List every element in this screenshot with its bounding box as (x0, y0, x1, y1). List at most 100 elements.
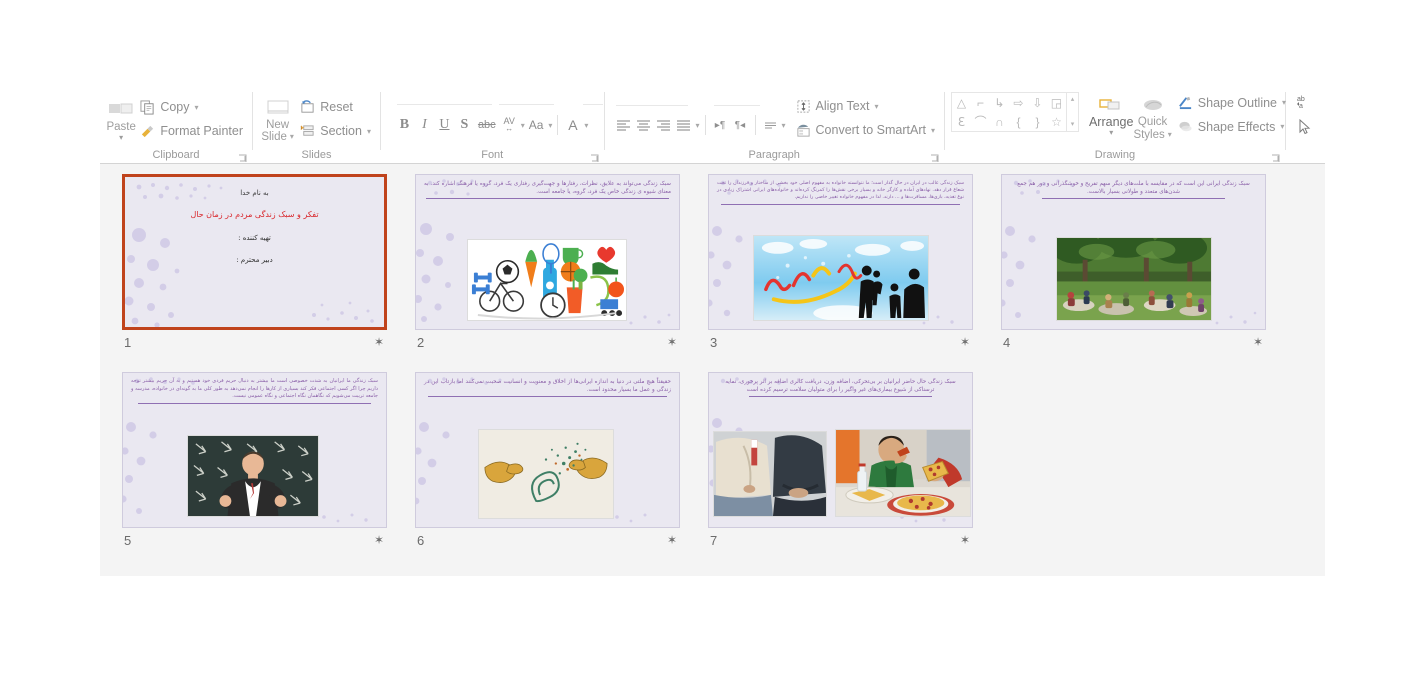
slide-6-image[interactable] (478, 429, 614, 519)
slide-cell-2[interactable]: سبک زندگی می‌تواند به علایق، نظرات، رفتا… (415, 174, 708, 372)
quick-styles-label-line1: Quick (1137, 116, 1168, 128)
shape-corner-icon[interactable]: ⌐ (971, 93, 990, 112)
section-dropdown-caret[interactable]: ▾ (367, 127, 371, 136)
slide-cell-3[interactable]: سبک زندگی غالب در ایران در حال گذار است؛… (708, 174, 1001, 372)
shape-left-brace-icon[interactable]: { (1009, 112, 1028, 131)
paste-button[interactable]: Paste ▾ (106, 97, 136, 141)
change-case-button[interactable]: Aa (526, 114, 547, 136)
shape-down-arrow-icon[interactable]: ⇩ (1028, 93, 1047, 112)
bold-button[interactable]: B (395, 114, 414, 136)
slide-cell-6[interactable]: حقیقتاً هیچ ملتی در دنیا به اندازه ایران… (415, 372, 708, 570)
slide-thumbnail-3[interactable]: سبک زندگی غالب در ایران در حال گذار است؛… (708, 174, 973, 330)
shape-scribble-icon[interactable]: ℇ (952, 112, 971, 131)
quick-styles-caret[interactable]: ▾ (1168, 129, 1172, 142)
shape-effects-label: Shape Effects (1197, 119, 1276, 134)
new-slide-button[interactable]: New Slide ▾ (259, 95, 296, 144)
hands-paisley-illustration-icon (479, 430, 613, 518)
slide-3-meta: 3 ✶ (710, 332, 975, 352)
slide-sorter-panel[interactable]: به نام خدا تفکر و سبک زندگی مردم در زمان… (100, 164, 1325, 576)
slide-cell-5[interactable]: سبک زندگی ما ایرانیان به شدت خصوصی است م… (122, 372, 415, 570)
text-direction-button[interactable] (761, 115, 780, 136)
slide-thumbnail-7[interactable]: سبک زندگی حال حاضر ایرانیان بر بی‌تحرکی،… (708, 372, 973, 528)
rtl-text-direction-button[interactable]: ¶◂ (731, 115, 750, 136)
slide-thumbnail-6[interactable]: حقیقتاً هیچ ملتی در دنیا به اندازه ایران… (415, 372, 680, 528)
reset-button[interactable]: Reset (296, 97, 374, 118)
align-center-button[interactable] (634, 115, 653, 136)
slide-cell-4[interactable]: سبک زندگی ایرانی این است که در مقایسه با… (1001, 174, 1294, 372)
columns-caret[interactable]: ▾ (695, 121, 699, 130)
shape-triangle-icon[interactable]: △ (952, 93, 971, 112)
align-text-button[interactable]: Align Text ▾ (792, 96, 938, 117)
font-dialog-launcher[interactable] (590, 154, 599, 163)
drawing-dialog-launcher[interactable] (1271, 154, 1280, 163)
transition-star-icon-5[interactable]: ✶ (374, 533, 384, 547)
text-shadow-button[interactable]: S (455, 114, 474, 136)
ltr-text-direction-button[interactable]: ▸¶ (711, 115, 730, 136)
slide-5-meta: 5 ✶ (124, 530, 389, 550)
slide-thumbnail-1[interactable]: به نام خدا تفکر و سبک زندگی مردم در زمان… (122, 174, 387, 330)
shapes-gallery-scroll[interactable]: ▴ ▾ (1066, 92, 1079, 132)
slide-thumbnail-5[interactable]: سبک زندگی ما ایرانیان به شدت خصوصی است م… (122, 372, 387, 528)
format-painter-button[interactable]: Format Painter (136, 121, 246, 142)
transition-star-icon-4[interactable]: ✶ (1253, 335, 1263, 349)
paragraph-dialog-launcher[interactable] (930, 154, 939, 163)
shape-star-icon[interactable]: ☆ (1047, 112, 1066, 131)
shape-curve-icon[interactable]: ∩ (990, 112, 1009, 131)
character-spacing-button[interactable]: AV ↔ (500, 114, 519, 136)
italic-button[interactable]: I (415, 114, 434, 136)
slide-4-image[interactable] (1056, 237, 1212, 321)
shape-bent-arrow-icon[interactable]: ↳ (990, 93, 1009, 112)
strikethrough-button[interactable]: abc (475, 114, 499, 136)
convert-to-smartart-caret[interactable]: ▾ (931, 126, 935, 135)
new-slide-label-line1: New (266, 118, 290, 131)
justify-button[interactable] (674, 115, 693, 136)
shape-right-brace-icon[interactable]: } (1028, 112, 1047, 131)
slide-5-image[interactable] (187, 435, 319, 517)
character-spacing-caret[interactable]: ▾ (521, 121, 525, 130)
change-case-caret[interactable]: ▾ (548, 121, 552, 130)
font-color-button[interactable]: A (563, 114, 582, 136)
slide-cell-7[interactable]: سبک زندگی حال حاضر ایرانیان بر بی‌تحرکی،… (708, 372, 1001, 570)
arrange-dropdown-caret[interactable]: ▾ (1109, 128, 1113, 136)
slide-cell-1[interactable]: به نام خدا تفکر و سبک زندگی مردم در زمان… (122, 174, 415, 372)
slide-thumbnail-2[interactable]: سبک زندگی می‌تواند به علایق، نظرات، رفتا… (415, 174, 680, 330)
slide-thumbnail-4[interactable]: سبک زندگی ایرانی این است که در مقایسه با… (1001, 174, 1266, 330)
quick-styles-button[interactable]: Quick Styles ▾ (1133, 92, 1172, 142)
transition-star-icon-3[interactable]: ✶ (960, 335, 970, 349)
section-button[interactable]: Section ▾ (296, 121, 374, 142)
shape-effects-caret[interactable]: ▾ (1280, 122, 1284, 131)
shapes-gallery[interactable]: △ ⌐ ↳ ⇨ ⇩ ◲ ℇ ⌒ ∩ { } ☆ ▴ ▾ (950, 92, 1079, 132)
clipboard-dialog-launcher[interactable] (238, 154, 247, 163)
shape-right-arrow-icon[interactable]: ⇨ (1009, 93, 1028, 112)
select-pointer-icon[interactable] (1298, 118, 1312, 140)
overweight-men-photo-icon (714, 432, 826, 516)
replace-icon[interactable]: ab a (1297, 94, 1313, 115)
new-slide-dropdown-caret[interactable]: ▾ (290, 131, 294, 144)
slide-2-image[interactable] (467, 239, 627, 321)
shapes-scroll-more-icon[interactable]: ▾ (1071, 118, 1075, 131)
align-left-button[interactable] (614, 115, 633, 136)
slide-7-image-left[interactable] (713, 431, 827, 517)
shape-rounded-rect-icon[interactable]: ◲ (1047, 93, 1066, 112)
slide-1-title: تفکر و سبک زندگی مردم در زمان حال (190, 210, 319, 219)
paste-dropdown-caret[interactable]: ▾ (119, 133, 123, 141)
transition-star-icon-7[interactable]: ✶ (960, 533, 970, 547)
copy-button[interactable]: Copy ▾ (136, 97, 246, 118)
font-color-caret[interactable]: ▾ (584, 121, 588, 130)
transition-star-icon-6[interactable]: ✶ (667, 533, 677, 547)
text-direction-caret[interactable]: ▾ (782, 121, 786, 130)
align-text-caret[interactable]: ▾ (874, 102, 878, 111)
convert-to-smartart-button[interactable]: Convert to SmartArt ▾ (792, 120, 938, 141)
align-right-button[interactable] (654, 115, 673, 136)
arrange-button[interactable]: Arrange ▾ (1089, 92, 1133, 136)
shape-outline-button[interactable]: Shape Outline ▾ (1174, 92, 1289, 113)
transition-star-icon-1[interactable]: ✶ (374, 335, 384, 349)
shapes-scroll-up-icon[interactable]: ▴ (1071, 93, 1075, 106)
underline-button[interactable]: U (435, 114, 454, 136)
slide-3-image[interactable] (753, 235, 929, 321)
shape-arc-icon[interactable]: ⌒ (971, 112, 990, 131)
copy-dropdown-caret[interactable]: ▾ (195, 103, 199, 112)
slide-7-image-right[interactable] (835, 429, 971, 517)
shape-effects-button[interactable]: Shape Effects ▾ (1174, 116, 1289, 137)
transition-star-icon-2[interactable]: ✶ (667, 335, 677, 349)
